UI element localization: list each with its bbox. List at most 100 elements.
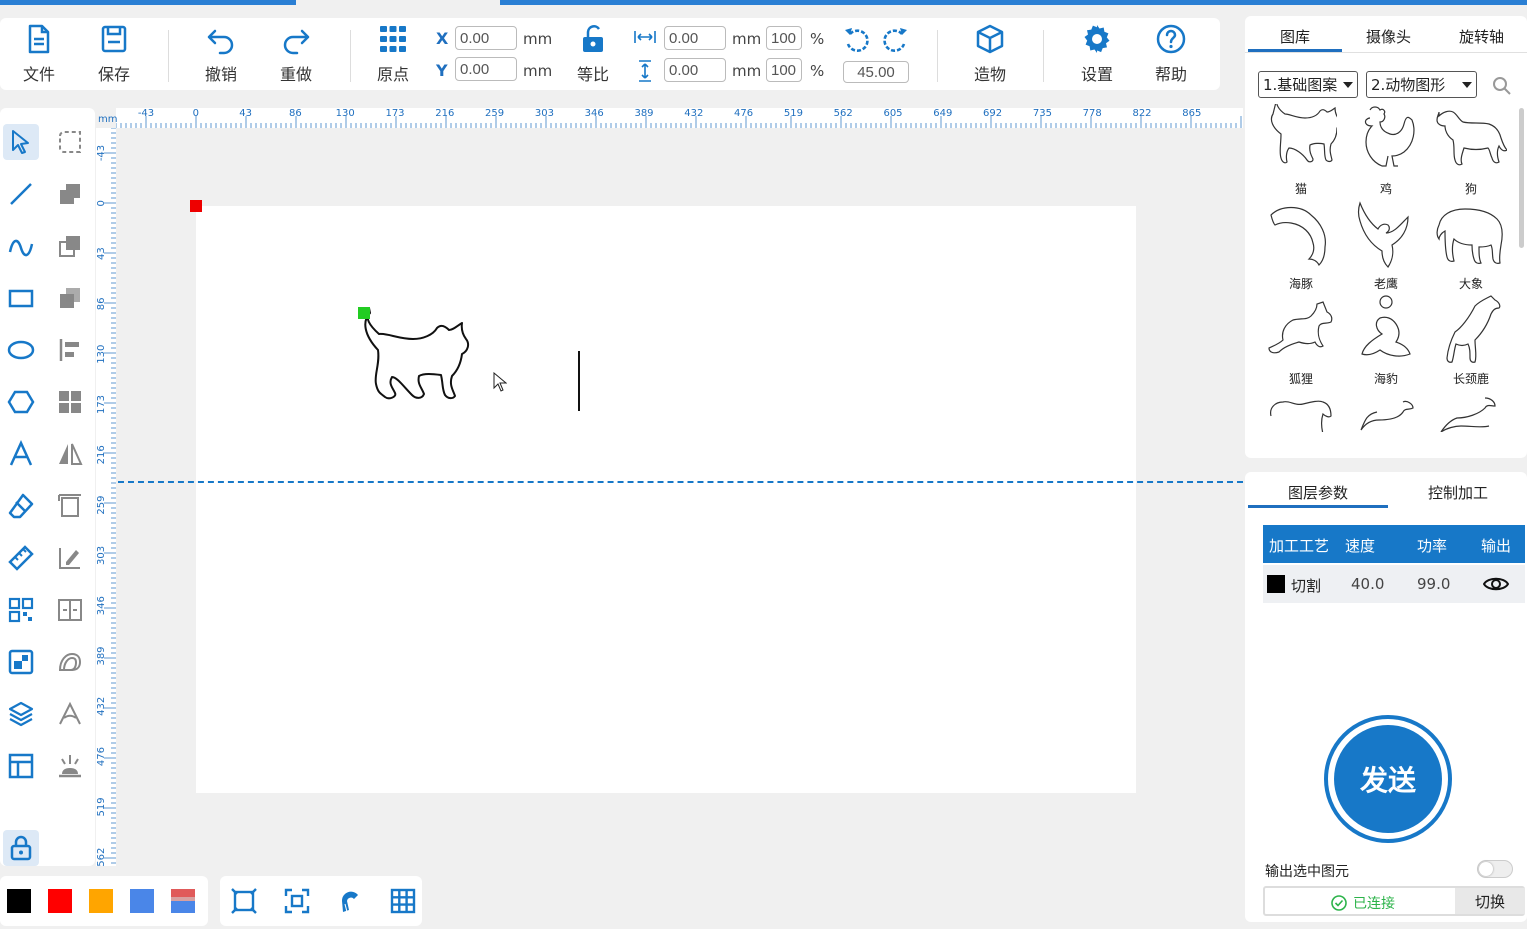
selection-handle[interactable] (358, 307, 370, 319)
union-tool[interactable] (52, 176, 88, 212)
split-tool[interactable] (52, 592, 88, 628)
array-tool[interactable] (52, 384, 88, 420)
library-item-elephant[interactable]: 大象 (1431, 199, 1511, 292)
tab-layer-params[interactable]: 图层参数 (1288, 482, 1348, 503)
tab-library[interactable]: 图库 (1280, 26, 1310, 47)
horse-gallop-icon[interactable] (1435, 394, 1507, 432)
width-input[interactable]: 0.00 (664, 26, 726, 50)
origin-button[interactable]: 原点 (368, 18, 418, 90)
fit-selection-button[interactable] (283, 887, 311, 915)
switch-button[interactable]: 切换 (1455, 888, 1525, 914)
y-position-input[interactable]: 0.00 (455, 57, 517, 81)
frame-tool[interactable] (52, 488, 88, 524)
layer-row[interactable]: 切割 40.0 99.0 (1263, 565, 1525, 603)
align-tool[interactable] (52, 332, 88, 368)
horse-icon[interactable] (1265, 394, 1337, 432)
qrcode-tool[interactable] (3, 592, 39, 628)
output-selected-toggle[interactable] (1477, 860, 1513, 878)
save-button[interactable]: 保存 (89, 18, 139, 90)
horse-run-icon[interactable] (1351, 394, 1423, 432)
library-scrollbar[interactable] (1519, 108, 1524, 248)
send-button[interactable]: 发送 (1324, 715, 1452, 843)
help-button[interactable]: 帮助 (1146, 18, 1196, 90)
rotate-cw-icon[interactable] (880, 26, 910, 56)
color-swatch-black[interactable] (7, 889, 31, 913)
layer-power[interactable]: 99.0 (1417, 575, 1450, 593)
search-icon[interactable] (1492, 76, 1512, 96)
node-edit-tool[interactable] (52, 124, 88, 160)
library-item-chicken[interactable]: 鸡 (1346, 104, 1426, 197)
intersect-tool[interactable] (52, 280, 88, 316)
library-item-dolphin[interactable]: 海豚 (1261, 199, 1341, 292)
x-position-input[interactable]: 0.00 (455, 26, 517, 50)
mirror-tool[interactable] (52, 436, 88, 472)
redo-button[interactable]: 重做 (271, 18, 321, 90)
eye-icon[interactable] (1483, 574, 1509, 594)
library-item-giraffe[interactable]: 长颈鹿 (1431, 294, 1511, 387)
laser-tool[interactable] (52, 748, 88, 784)
undo-button[interactable]: 撤销 (196, 18, 246, 90)
ellipse-tool[interactable] (3, 332, 39, 368)
height-percent-input[interactable]: 100 (766, 58, 802, 82)
dolphin-icon (1270, 206, 1326, 267)
height-input[interactable]: 0.00 (664, 58, 726, 82)
sketch-tool[interactable] (52, 540, 88, 576)
tab-control-process[interactable]: 控制加工 (1428, 482, 1488, 503)
unit-label: mm (523, 30, 553, 48)
category-select[interactable]: 1.基础图案 (1258, 71, 1358, 98)
file-button[interactable]: 文件 (14, 18, 64, 90)
tab-rotary[interactable]: 旋转轴 (1459, 26, 1504, 47)
help-label: 帮助 (1154, 65, 1187, 84)
library-item-eagle[interactable]: 老鹰 (1346, 199, 1426, 292)
library-item-dog[interactable]: 狗 (1431, 104, 1511, 197)
work-area[interactable] (196, 206, 1136, 793)
fit-view-button[interactable] (230, 887, 258, 915)
library-item-label: 鸡 (1379, 182, 1392, 196)
library-item-label: 大象 (1458, 277, 1483, 291)
width-icon (634, 29, 656, 45)
save-icon (101, 25, 127, 53)
library-item-fox[interactable]: 狐狸 (1261, 294, 1341, 387)
lock-canvas-button[interactable] (3, 830, 39, 866)
layers-tool[interactable] (3, 696, 39, 732)
line-tool[interactable] (3, 176, 39, 212)
tab-camera[interactable]: 摄像头 (1366, 26, 1411, 47)
layer-color-swatch[interactable] (1267, 575, 1285, 593)
image-tool[interactable] (3, 644, 39, 680)
library-item-seal[interactable]: 海豹 (1346, 294, 1426, 387)
color-swatch-blue[interactable] (130, 889, 154, 913)
lock-ratio-button[interactable]: 等比 (568, 18, 618, 90)
build-button[interactable]: 造物 (962, 18, 1018, 90)
color-swatch-gradient[interactable] (171, 889, 195, 913)
curve-tool[interactable] (3, 228, 39, 264)
origin-marker (190, 200, 202, 212)
grid-toggle-button[interactable] (389, 887, 417, 915)
magnet-button[interactable] (336, 887, 364, 915)
width-percent-input[interactable]: 100 (766, 26, 802, 50)
subcategory-select[interactable]: 2.动物图形 (1366, 71, 1477, 98)
measure-tool[interactable] (3, 540, 39, 576)
cat-shape[interactable] (358, 308, 488, 433)
color-swatch-red[interactable] (48, 889, 72, 913)
ruler-tick-label: 216 (96, 445, 107, 464)
layer-speed[interactable]: 40.0 (1351, 575, 1384, 593)
rotate-ccw-icon[interactable] (842, 26, 872, 56)
subtract-tool[interactable] (52, 228, 88, 264)
rotate-angle-input[interactable]: 45.00 (843, 61, 909, 83)
polygon-tool[interactable] (3, 384, 39, 420)
eraser-tool[interactable] (3, 488, 39, 524)
unit-label: mm (732, 62, 762, 80)
color-swatch-orange[interactable] (89, 889, 113, 913)
library-item-cat[interactable]: 猫 (1261, 104, 1341, 197)
seal-icon (1361, 295, 1411, 357)
offset-tool[interactable] (52, 644, 88, 680)
design-canvas[interactable]: -43 0 43 86 130 173 216 259 303 346 389 432 476 519 56… (96, 108, 1243, 866)
pen-path-tool[interactable] (52, 696, 88, 732)
rectangle-tool[interactable] (3, 280, 39, 316)
left-toolbox (0, 108, 95, 866)
file-icon (28, 24, 50, 54)
select-tool[interactable] (3, 124, 39, 160)
settings-button[interactable]: 设置 (1072, 18, 1122, 90)
text-tool[interactable] (3, 436, 39, 472)
layout-tool[interactable] (3, 748, 39, 784)
